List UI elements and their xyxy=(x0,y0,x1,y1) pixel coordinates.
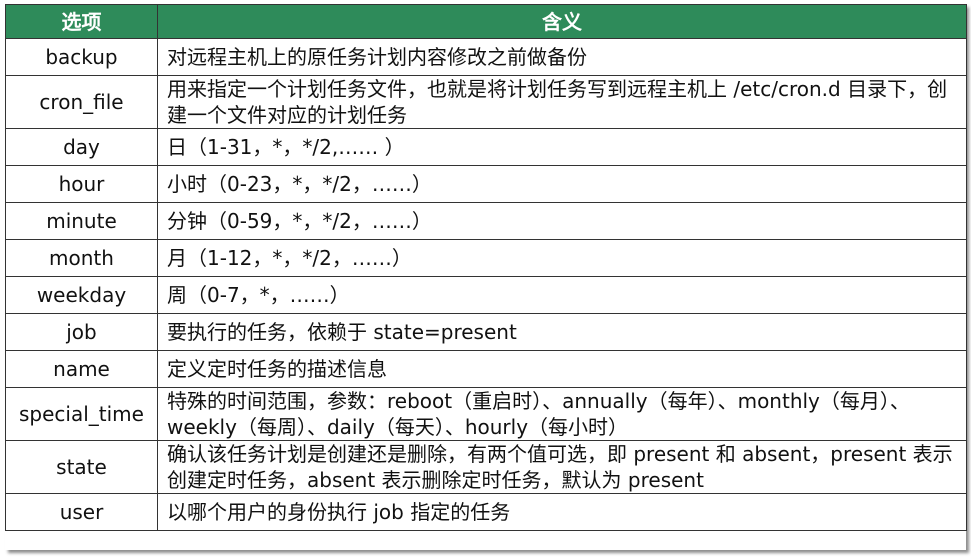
meaning-cell: 确认该任务计划是创建还是删除，有两个值可选，即 present 和 absent… xyxy=(157,440,967,494)
table-row: name 定义定时任务的描述信息 xyxy=(5,350,967,388)
table-row: hour 小时（0-23，*，*/2，……） xyxy=(5,165,967,203)
table-row: user 以哪个用户的身份执行 job 指定的任务 xyxy=(5,493,967,531)
table-row: state 确认该任务计划是创建还是删除，有两个值可选，即 present 和 … xyxy=(5,440,967,494)
option-cell: minute xyxy=(5,202,158,240)
table-row: job 要执行的任务，依赖于 state=present xyxy=(5,313,967,351)
table-row: minute 分钟（0-59，*，*/2，……） xyxy=(5,202,967,240)
header-row: 选项 含义 xyxy=(5,4,967,39)
meaning-cell: 小时（0-23，*，*/2，……） xyxy=(157,165,967,203)
meaning-cell: 以哪个用户的身份执行 job 指定的任务 xyxy=(157,493,967,531)
meaning-cell: 特殊的时间范围，参数：reboot（重启时）、annually（每年）、mont… xyxy=(157,387,967,441)
table-row: special_time 特殊的时间范围，参数：reboot（重启时）、annu… xyxy=(5,387,967,441)
option-cell: day xyxy=(5,128,158,166)
table-row: weekday 周（0-7，*，……） xyxy=(5,276,967,314)
option-cell: state xyxy=(5,440,158,494)
option-cell: special_time xyxy=(5,387,158,441)
option-cell: weekday xyxy=(5,276,158,314)
meaning-cell: 分钟（0-59，*，*/2，……） xyxy=(157,202,967,240)
table-row: day 日（1-31，*，*/2,…… ） xyxy=(5,128,967,166)
meaning-cell: 对远程主机上的原任务计划内容修改之前做备份 xyxy=(157,38,967,76)
option-cell: cron_file xyxy=(5,75,158,129)
table-row: cron_file 用来指定一个计划任务文件，也就是将计划任务写到远程主机上 /… xyxy=(5,75,967,129)
option-cell: backup xyxy=(5,38,158,76)
option-cell: job xyxy=(5,313,158,351)
table-row: month 月（1-12，*，*/2，……） xyxy=(5,239,967,277)
meaning-cell: 用来指定一个计划任务文件，也就是将计划任务写到远程主机上 /etc/cron.d… xyxy=(157,75,967,129)
meaning-cell: 月（1-12，*，*/2，……） xyxy=(157,239,967,277)
meaning-cell: 定义定时任务的描述信息 xyxy=(157,350,967,388)
meaning-cell: 日（1-31，*，*/2,…… ） xyxy=(157,128,967,166)
option-cell: hour xyxy=(5,165,158,203)
cron-options-table: 选项 含义 backup 对远程主机上的原任务计划内容修改之前做备份 cron_… xyxy=(5,4,967,531)
header-meaning: 含义 xyxy=(157,4,967,39)
option-cell: user xyxy=(5,493,158,531)
header-option: 选项 xyxy=(5,4,158,39)
option-cell: month xyxy=(5,239,158,277)
meaning-cell: 要执行的任务，依赖于 state=present xyxy=(157,313,967,351)
table-row: backup 对远程主机上的原任务计划内容修改之前做备份 xyxy=(5,38,967,76)
option-cell: name xyxy=(5,350,158,388)
table-container: 选项 含义 backup 对远程主机上的原任务计划内容修改之前做备份 cron_… xyxy=(5,4,967,550)
meaning-cell: 周（0-7，*，……） xyxy=(157,276,967,314)
